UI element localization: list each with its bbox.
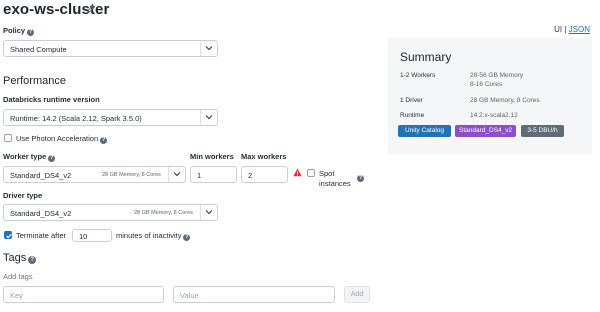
terminate-suffix-text: minutes of inactivity — [116, 231, 182, 240]
help-icon[interactable]: ? — [183, 234, 191, 241]
max-workers-value: 2 — [248, 171, 253, 180]
summary-workers-values: 28-56 GB Memory 8-16 Cores — [470, 71, 523, 89]
help-icon[interactable]: ? — [357, 175, 364, 182]
terminate-suffix: minutes of inactivity? — [116, 231, 191, 241]
min-workers-input[interactable]: 1 — [190, 166, 237, 183]
policy-select-value: Shared Compute — [10, 45, 67, 54]
json-view-link[interactable]: JSON — [569, 25, 590, 34]
worker-type-select[interactable]: Standard_DS4_v2 28 GB Memory, 8 Cores — [3, 166, 186, 183]
ui-view-link[interactable]: UI — [554, 25, 562, 34]
help-icon[interactable]: ? — [48, 155, 56, 162]
spot-label-line2: instances — [319, 179, 351, 188]
photon-label: Use Photon Acceleration? — [16, 134, 108, 144]
node-type-badge: Standard_DS4_v2 — [455, 125, 516, 137]
tag-key-input[interactable]: Key — [3, 286, 164, 303]
tag-value-placeholder: Value — [180, 291, 199, 300]
terminate-checkbox[interactable] — [4, 231, 12, 239]
worker-type-value: Standard_DS4_v2 — [10, 171, 72, 180]
min-workers-label: Min workers — [190, 152, 234, 161]
tag-key-placeholder: Key — [10, 291, 23, 300]
add-tag-button[interactable]: Add — [344, 286, 370, 303]
worker-type-label: Worker type? — [3, 152, 56, 162]
min-workers-value: 1 — [197, 171, 202, 180]
driver-type-meta: 28 GB Memory, 8 Cores — [134, 210, 193, 216]
photon-label-text: Use Photon Acceleration — [16, 134, 99, 143]
tags-heading-text: Tags — [3, 252, 27, 264]
view-toggle: UI | JSON — [554, 25, 590, 34]
spot-instances-checkbox[interactable] — [307, 169, 315, 177]
chevron-down-icon — [200, 41, 217, 56]
driver-type-select[interactable]: Standard_DS4_v2 28 GB Memory, 8 Cores — [3, 204, 218, 221]
help-icon[interactable]: ? — [27, 29, 35, 36]
policy-select[interactable]: Shared Compute — [3, 40, 218, 57]
worker-type-meta: 28 GB Memory, 8 Cores — [102, 172, 161, 178]
terminate-minutes-input[interactable]: 10 — [72, 229, 112, 242]
checkmark-icon — [6, 233, 12, 239]
chevron-down-icon — [168, 167, 185, 182]
unity-catalog-badge: Unity Catalog — [398, 125, 451, 137]
help-icon[interactable]: ? — [100, 137, 108, 144]
policy-label-text: Policy — [3, 26, 26, 35]
summary-title: Summary — [400, 50, 452, 64]
runtime-select-value: Runtime: 14.2 (Scala 2.12, Spark 3.5.0) — [10, 114, 142, 123]
max-workers-label: Max workers — [241, 152, 287, 161]
summary-runtime-value: 14.2.x-scala2.12 — [470, 112, 518, 119]
policy-label: Policy? — [3, 26, 35, 36]
spot-label-line1: Spot — [319, 169, 335, 178]
runtime-select[interactable]: Runtime: 14.2 (Scala 2.12, Spark 3.5.0) — [3, 109, 218, 126]
terminate-prefix: Terminate after — [16, 231, 67, 240]
summary-workers-cores: 8-16 Cores — [470, 81, 503, 88]
warning-icon — [293, 168, 302, 177]
chevron-down-icon — [200, 205, 217, 220]
runtime-label: Databricks runtime version — [3, 95, 100, 104]
summary-workers-memory: 28-56 GB Memory — [470, 72, 524, 79]
driver-type-label: Driver type — [3, 191, 43, 200]
max-workers-input[interactable]: 2 — [241, 166, 288, 183]
spot-instances-label: Spot instances — [319, 169, 351, 189]
summary-panel: Summary 1-2 Workers 28-56 GB Memory 8-16… — [388, 38, 592, 154]
summary-driver-key: 1 Driver — [400, 97, 423, 104]
dbu-badge: 3-5 DBU/h — [521, 125, 564, 137]
performance-heading: Performance — [3, 75, 66, 87]
driver-type-value: Standard_DS4_v2 — [10, 209, 72, 218]
tag-value-input[interactable]: Value — [173, 286, 335, 303]
worker-type-label-text: Worker type — [3, 152, 47, 161]
help-icon[interactable]: ? — [28, 256, 37, 264]
photon-checkbox[interactable] — [4, 134, 12, 142]
summary-driver-value: 28 GB Memory, 8 Cores — [470, 97, 540, 104]
add-tags-label: Add tags — [3, 272, 33, 281]
summary-runtime-key: Runtime — [400, 112, 425, 119]
terminate-minutes-value: 10 — [79, 232, 88, 241]
chevron-down-icon — [200, 110, 217, 125]
tags-heading: Tags? — [3, 252, 37, 264]
pencil-icon[interactable] — [86, 4, 96, 14]
summary-workers-key: 1-2 Workers — [400, 72, 436, 79]
view-toggle-separator: | — [564, 25, 567, 34]
